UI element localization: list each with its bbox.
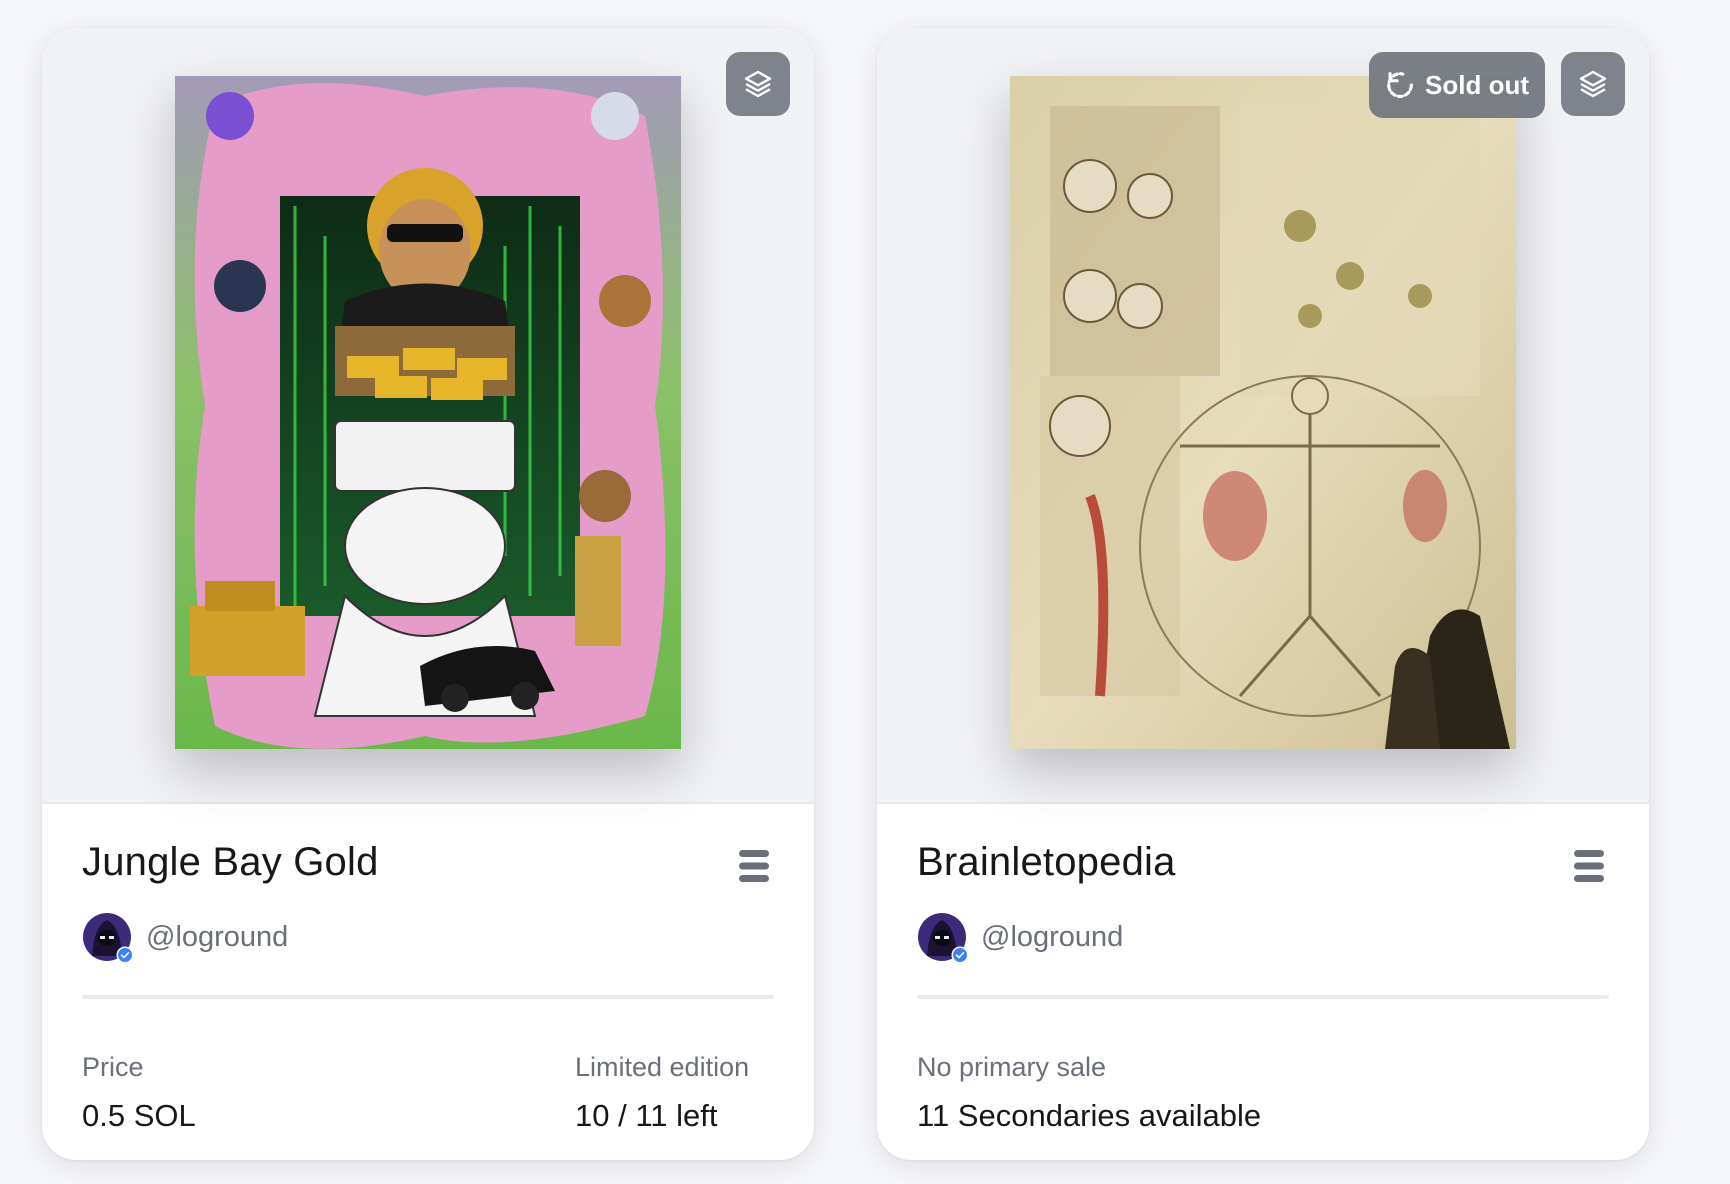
layers-icon (1579, 70, 1607, 98)
menu-icon (739, 850, 769, 882)
card-title[interactable]: Brainletopedia (917, 840, 1176, 885)
menu-button[interactable] (1569, 846, 1609, 886)
avatar (82, 912, 134, 964)
artwork-area[interactable] (42, 28, 814, 804)
layers-button[interactable] (1561, 52, 1625, 116)
creator-handle[interactable]: @loground (146, 921, 288, 954)
artwork-image[interactable] (175, 76, 681, 749)
menu-button[interactable] (734, 846, 774, 886)
divider (82, 995, 774, 999)
nft-card[interactable]: Sold out Brainletopedia @loground No pri… (877, 28, 1649, 1160)
sale-status-label: No primary sale (917, 1052, 1107, 1082)
sold-out-label: Sold out (1425, 69, 1529, 100)
secondaries-value: 11 Secondaries available (917, 1098, 1262, 1133)
edition-label: Limited edition (575, 1052, 750, 1082)
artwork-area[interactable]: Sold out (877, 28, 1649, 804)
nft-card[interactable]: Jungle Bay Gold @loground Price 0.5 SOL … (42, 28, 814, 1160)
sold-out-badge: Sold out (1369, 52, 1545, 118)
verified-badge-icon (116, 946, 134, 964)
edition-value: 10 / 11 left (575, 1098, 718, 1133)
layers-button[interactable] (726, 52, 790, 116)
price-label: Price (82, 1052, 144, 1082)
divider (917, 995, 1609, 999)
menu-icon (1574, 850, 1604, 882)
artwork-illustration (175, 76, 681, 749)
creator-link[interactable]: @loground (82, 912, 288, 964)
artwork-image[interactable] (1010, 76, 1516, 749)
layers-icon (744, 70, 772, 98)
price-value: 0.5 SOL (82, 1098, 196, 1133)
creator-link[interactable]: @loground (917, 912, 1123, 964)
refresh-icon (1387, 72, 1413, 98)
artwork-illustration (1010, 76, 1516, 749)
verified-badge-icon (951, 946, 969, 964)
creator-handle[interactable]: @loground (981, 921, 1123, 954)
card-title[interactable]: Jungle Bay Gold (82, 840, 379, 885)
avatar (917, 912, 969, 964)
